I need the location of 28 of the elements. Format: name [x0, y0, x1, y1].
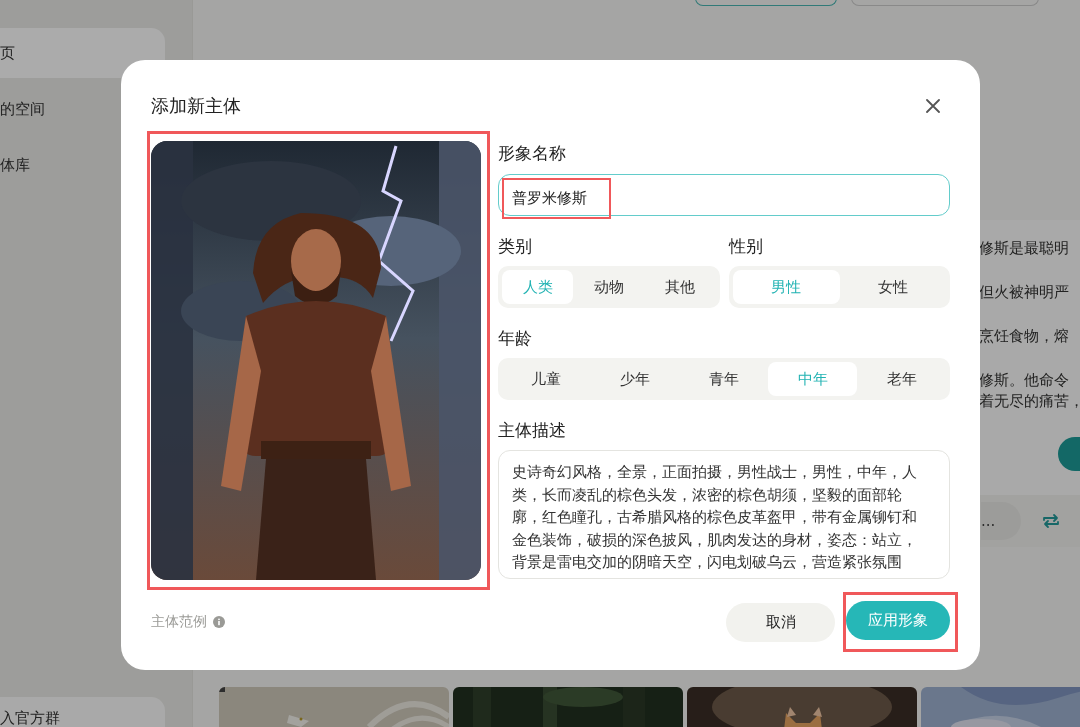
- option-tab[interactable]: 其他: [644, 270, 716, 304]
- sidebar-item[interactable]: 页: [0, 28, 165, 78]
- description-field[interactable]: 史诗奇幻风格，全景，正面拍摄，男性战士，男性，中年，人类，长而凌乱的棕色头发，浓密的棕色胡须，坚毅的面部轮廓，红色瞳孔，古希腊风格的棕色皮革盔甲，带有金属铆钉和金色装饰，破损的深色披风，肌肉发达的身材，姿态：站立，背景是雷电交加的阴暗天空，闪电划破乌云，营造紧张氛围: [498, 450, 950, 579]
- story-text: 修斯是最聪明: [979, 238, 1070, 259]
- option-tab[interactable]: 老年: [857, 362, 946, 396]
- option-tab[interactable]: 动物: [573, 270, 645, 304]
- option-tab[interactable]: 青年: [679, 362, 769, 396]
- close-icon[interactable]: [926, 99, 940, 113]
- field-label: 年龄: [498, 327, 533, 350]
- story-text: 烹饪食物，熔: [979, 326, 1070, 347]
- option-tab[interactable]: 女性: [839, 270, 946, 304]
- round-button[interactable]: [1058, 436, 1080, 471]
- repeat-icon: [1041, 513, 1061, 529]
- cancel-button[interactable]: 取消: [726, 602, 835, 642]
- info-icon: [213, 616, 225, 628]
- dialog-title: 添加新主体: [151, 94, 241, 118]
- sidebar-item[interactable]: 入官方群: [0, 697, 165, 727]
- field-label: 性别: [729, 235, 764, 258]
- story-text: 着无尽的痛苦，: [979, 391, 1080, 412]
- field-label: 类别: [498, 235, 533, 258]
- option-tab[interactable]: 儿童: [502, 362, 591, 396]
- option-tab[interactable]: 少年: [590, 362, 680, 396]
- field-label: 主体描述: [498, 419, 567, 442]
- field-label: 形象名称: [498, 142, 567, 165]
- story-text: 修斯。他命令: [979, 370, 1070, 391]
- story-text: 但火被神明严: [979, 282, 1070, 303]
- input-field[interactable]: ...: [981, 502, 1021, 540]
- name-field[interactable]: 普罗米修斯: [498, 174, 950, 216]
